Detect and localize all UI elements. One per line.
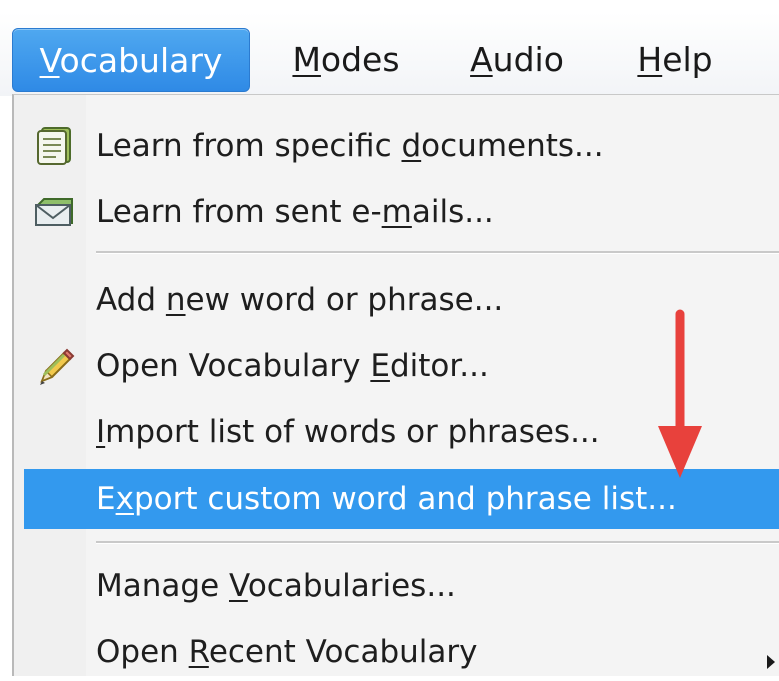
menu-item-label: Learn from sent e-mails...: [96, 194, 494, 230]
menu-vocabulary-label: Vocabulary: [39, 40, 223, 80]
menu-help[interactable]: Help: [620, 28, 730, 90]
menu-item-manage-vocabularies[interactable]: Manage Vocabularies...: [24, 557, 779, 615]
menu-item-label: Manage Vocabularies...: [96, 568, 456, 604]
menu-item-label: Add new word or phrase...: [96, 282, 504, 318]
menu-item-learn-from-emails[interactable]: Learn from sent e-mails...: [24, 183, 779, 241]
menu-bar: Vocabulary Modes Audio Help: [0, 12, 779, 96]
document-icon: [32, 125, 76, 167]
menu-item-label: Open Recent Vocabulary: [96, 634, 478, 670]
menu-item-label: Export custom word and phrase list...: [96, 481, 677, 517]
menu-item-label: Import list of words or phrases...: [96, 414, 600, 450]
menu-audio[interactable]: Audio: [452, 28, 582, 90]
menu-modes[interactable]: Modes: [276, 28, 416, 90]
red-arrow-icon: [650, 308, 710, 488]
menu-item-label: Learn from specific documents...: [96, 128, 604, 164]
menu-item-open-recent-vocabulary[interactable]: Open Recent Vocabulary: [24, 623, 779, 681]
menu-item-learn-from-documents[interactable]: Learn from specific documents...: [24, 117, 779, 175]
menu-item-label: Open Vocabulary Editor...: [96, 348, 489, 384]
menu-modes-label: Modes: [292, 39, 400, 79]
pencil-icon: [32, 345, 76, 387]
menu-audio-label: Audio: [470, 39, 564, 79]
menu-separator: [96, 541, 779, 544]
menu-help-label: Help: [637, 39, 713, 79]
submenu-arrow-icon: [765, 643, 777, 669]
menu-vocabulary[interactable]: Vocabulary: [12, 28, 250, 92]
menu-separator: [96, 251, 779, 254]
email-icon: [32, 191, 76, 233]
